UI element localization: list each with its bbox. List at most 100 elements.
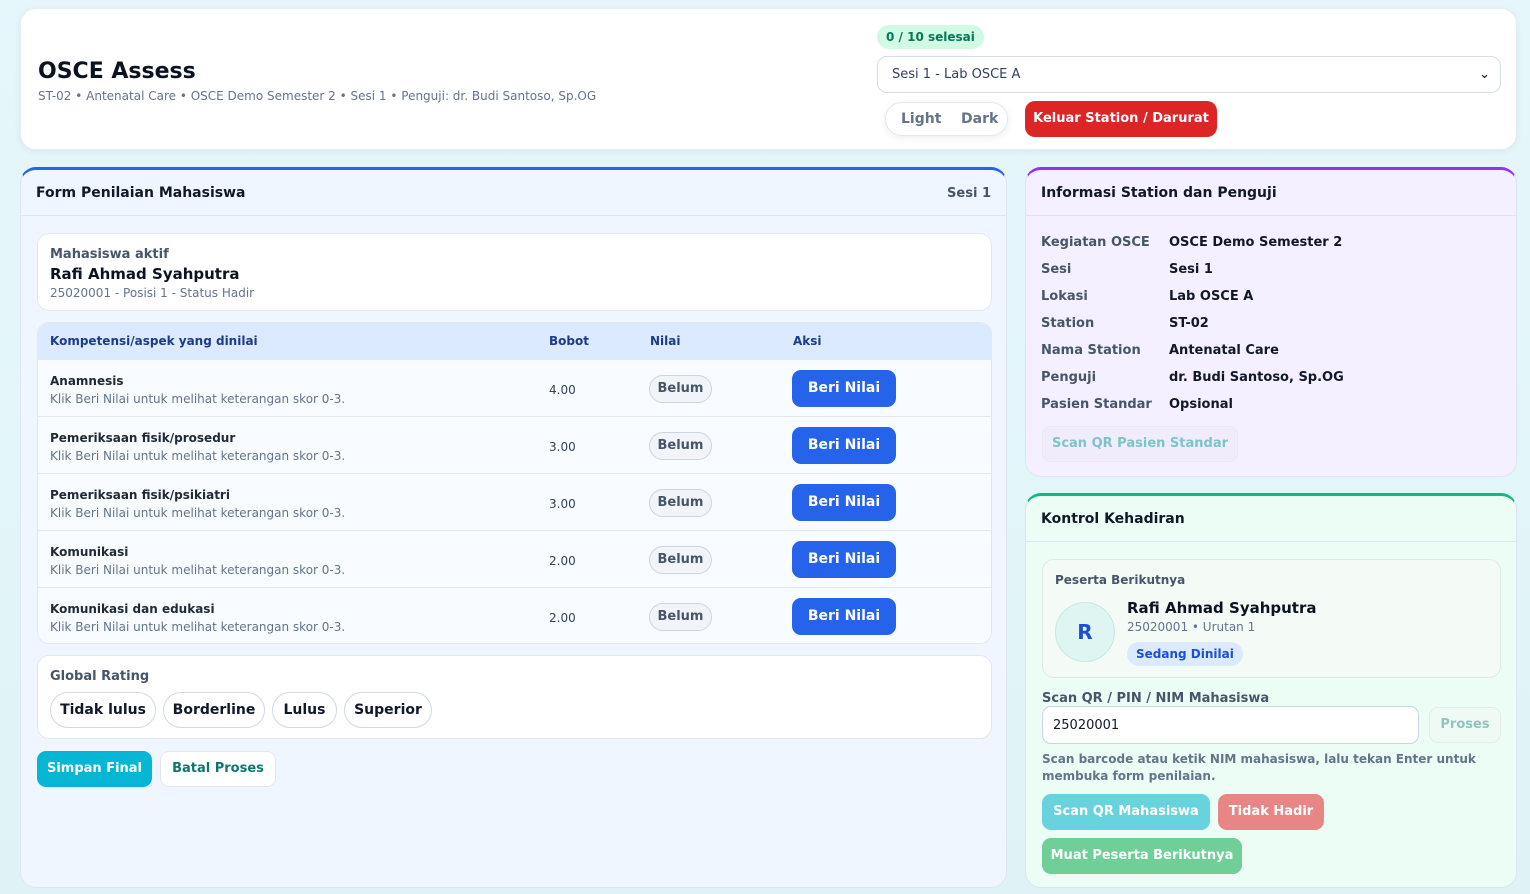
aspect-name: Anamnesis bbox=[50, 374, 124, 388]
attendance-card: Kontrol Kehadiran Peserta Berikutnya R R… bbox=[1025, 493, 1517, 888]
aspect-name: Komunikasi bbox=[50, 545, 129, 559]
progress-badge: 0 / 10 selesai bbox=[877, 25, 984, 49]
give-score-button[interactable]: Beri Nilai bbox=[792, 427, 896, 464]
info-row: Station ST-02 bbox=[1041, 316, 1209, 331]
info-value: ST-02 bbox=[1169, 316, 1209, 331]
app-subtitle: ST-02 • Antenatal Care • OSCE Demo Semes… bbox=[38, 89, 597, 103]
info-row: Kegiatan OSCE OSCE Demo Semester 2 bbox=[1041, 235, 1342, 250]
rating-option-tidak-lulus[interactable]: Tidak lulus bbox=[50, 692, 156, 728]
card-header: Kontrol Kehadiran bbox=[1026, 496, 1516, 542]
scan-input-label: Scan QR / PIN / NIM Mahasiswa bbox=[1042, 691, 1270, 706]
rating-option-borderline[interactable]: Borderline bbox=[163, 692, 265, 728]
info-value: Sesi 1 bbox=[1169, 262, 1213, 277]
app-title: OSCE Assess bbox=[38, 59, 196, 84]
active-student-box: Mahasiswa aktif Rafi Ahmad Syahputra 250… bbox=[37, 233, 992, 311]
scan-qr-patient-button[interactable]: Scan QR Pasien Standar bbox=[1042, 426, 1238, 462]
assessment-form-card: Form Penilaian Mahasiswa Sesi 1 Mahasisw… bbox=[20, 167, 1007, 888]
app-header: OSCE Assess ST-02 • Antenatal Care • OSC… bbox=[20, 8, 1517, 150]
give-score-button[interactable]: Beri Nilai bbox=[792, 484, 896, 521]
aspect-hint: Klik Beri Nilai untuk melihat keterangan… bbox=[50, 449, 346, 463]
load-next-participant-button[interactable]: Muat Peserta Berikutnya bbox=[1042, 838, 1242, 874]
table-row: Pemeriksaan fisik/prosedur Klik Beri Nil… bbox=[38, 416, 991, 473]
active-student-label: Mahasiswa aktif bbox=[50, 247, 169, 262]
scan-qr-student-button[interactable]: Scan QR Mahasiswa bbox=[1042, 794, 1210, 830]
column-score: Nilai bbox=[650, 334, 681, 348]
rating-option-superior[interactable]: Superior bbox=[344, 692, 432, 728]
aspect-hint: Klik Beri Nilai untuk melihat keterangan… bbox=[50, 392, 346, 406]
exit-station-button[interactable]: Keluar Station / Darurat bbox=[1025, 101, 1217, 137]
global-rating-label: Global Rating bbox=[50, 669, 150, 684]
theme-light-option[interactable]: Light bbox=[901, 111, 941, 127]
aspect-hint: Klik Beri Nilai untuk melihat keterangan… bbox=[50, 506, 346, 520]
next-participant-label: Peserta Berikutnya bbox=[1055, 573, 1186, 587]
info-value: OSCE Demo Semester 2 bbox=[1169, 235, 1343, 250]
score-status-badge: Belum bbox=[649, 489, 712, 517]
info-value: Opsional bbox=[1169, 397, 1233, 412]
active-student-name: Rafi Ahmad Syahputra bbox=[50, 265, 240, 283]
table-header: Kompetensi/aspek yang dinilai Bobot Nila… bbox=[38, 323, 991, 359]
station-info-card: Informasi Station dan Penguji Kegiatan O… bbox=[1025, 167, 1517, 477]
info-key: Station bbox=[1041, 316, 1095, 331]
column-weight: Bobot bbox=[549, 334, 589, 348]
score-status-badge: Belum bbox=[649, 375, 712, 403]
score-status-badge: Belum bbox=[649, 546, 712, 574]
aspect-weight: 2.00 bbox=[549, 611, 576, 625]
competency-table: Kompetensi/aspek yang dinilai Bobot Nila… bbox=[37, 322, 992, 644]
aspect-name: Pemeriksaan fisik/psikiatri bbox=[50, 488, 230, 502]
info-key: Lokasi bbox=[1041, 289, 1088, 304]
session-select[interactable]: Sesi 1 - Lab OSCE A ⌄ bbox=[877, 56, 1501, 93]
rating-option-lulus[interactable]: Lulus bbox=[272, 692, 337, 728]
info-value: Antenatal Care bbox=[1169, 343, 1279, 358]
cancel-process-button[interactable]: Batal Proses bbox=[160, 751, 276, 787]
card-title: Informasi Station dan Penguji bbox=[1041, 185, 1277, 201]
info-row: Penguji dr. Budi Santoso, Sp.OG bbox=[1041, 370, 1344, 385]
chevron-down-icon: ⌄ bbox=[1479, 67, 1490, 82]
aspect-hint: Klik Beri Nilai untuk melihat keterangan… bbox=[50, 563, 346, 577]
theme-dark-option[interactable]: Dark bbox=[961, 111, 998, 127]
info-row: Lokasi Lab OSCE A bbox=[1041, 289, 1253, 304]
info-key: Kegiatan OSCE bbox=[1041, 235, 1150, 250]
give-score-button[interactable]: Beri Nilai bbox=[792, 541, 896, 578]
process-button[interactable]: Proses bbox=[1429, 707, 1501, 743]
score-status-badge: Belum bbox=[649, 432, 712, 460]
table-row: Pemeriksaan fisik/psikiatri Klik Beri Ni… bbox=[38, 473, 991, 530]
theme-toggle: Light Dark bbox=[885, 102, 1008, 136]
aspect-name: Pemeriksaan fisik/prosedur bbox=[50, 431, 236, 445]
aspect-weight: 3.00 bbox=[549, 440, 576, 454]
status-badge: Sedang Dinilai bbox=[1127, 642, 1243, 666]
info-key: Penguji bbox=[1041, 370, 1097, 385]
aspect-weight: 2.00 bbox=[549, 554, 576, 568]
give-score-button[interactable]: Beri Nilai bbox=[792, 598, 896, 635]
aspect-weight: 3.00 bbox=[549, 497, 576, 511]
info-key: Sesi bbox=[1041, 262, 1072, 277]
info-key: Nama Station bbox=[1041, 343, 1141, 358]
absent-button[interactable]: Tidak Hadir bbox=[1218, 794, 1324, 830]
column-action: Aksi bbox=[793, 334, 822, 348]
info-row: Sesi Sesi 1 bbox=[1041, 262, 1213, 277]
aspect-hint: Klik Beri Nilai untuk melihat keterangan… bbox=[50, 620, 346, 634]
avatar: R bbox=[1055, 602, 1115, 662]
next-participant-meta: 25020001 • Urutan 1 bbox=[1127, 620, 1256, 634]
give-score-button[interactable]: Beri Nilai bbox=[792, 370, 896, 407]
column-aspect: Kompetensi/aspek yang dinilai bbox=[50, 334, 258, 348]
card-title: Kontrol Kehadiran bbox=[1041, 511, 1185, 527]
info-key: Pasien Standar bbox=[1041, 397, 1152, 412]
card-header: Form Penilaian Mahasiswa Sesi 1 bbox=[21, 170, 1006, 216]
save-final-button[interactable]: Simpan Final bbox=[37, 751, 152, 787]
table-row: Komunikasi Klik Beri Nilai untuk melihat… bbox=[38, 530, 991, 587]
aspect-weight: 4.00 bbox=[549, 383, 576, 397]
info-value: dr. Budi Santoso, Sp.OG bbox=[1169, 370, 1344, 385]
table-row: Anamnesis Klik Beri Nilai untuk melihat … bbox=[38, 359, 991, 416]
scan-nim-input[interactable] bbox=[1042, 706, 1419, 744]
table-row: Komunikasi dan edukasi Klik Beri Nilai u… bbox=[38, 587, 991, 643]
next-participant-box: Peserta Berikutnya R Rafi Ahmad Syahputr… bbox=[1042, 559, 1501, 678]
scan-help-text: Scan barcode atau ketik NIM mahasiswa, l… bbox=[1042, 752, 1476, 783]
card-header: Informasi Station dan Penguji bbox=[1026, 170, 1516, 216]
global-rating-box: Global Rating Tidak lulus Borderline Lul… bbox=[37, 655, 992, 739]
session-label: Sesi 1 bbox=[947, 186, 991, 201]
info-value: Lab OSCE A bbox=[1169, 289, 1254, 304]
aspect-name: Komunikasi dan edukasi bbox=[50, 602, 215, 616]
card-title: Form Penilaian Mahasiswa bbox=[36, 185, 246, 201]
info-row: Nama Station Antenatal Care bbox=[1041, 343, 1279, 358]
session-select-value: Sesi 1 - Lab OSCE A bbox=[892, 67, 1021, 82]
